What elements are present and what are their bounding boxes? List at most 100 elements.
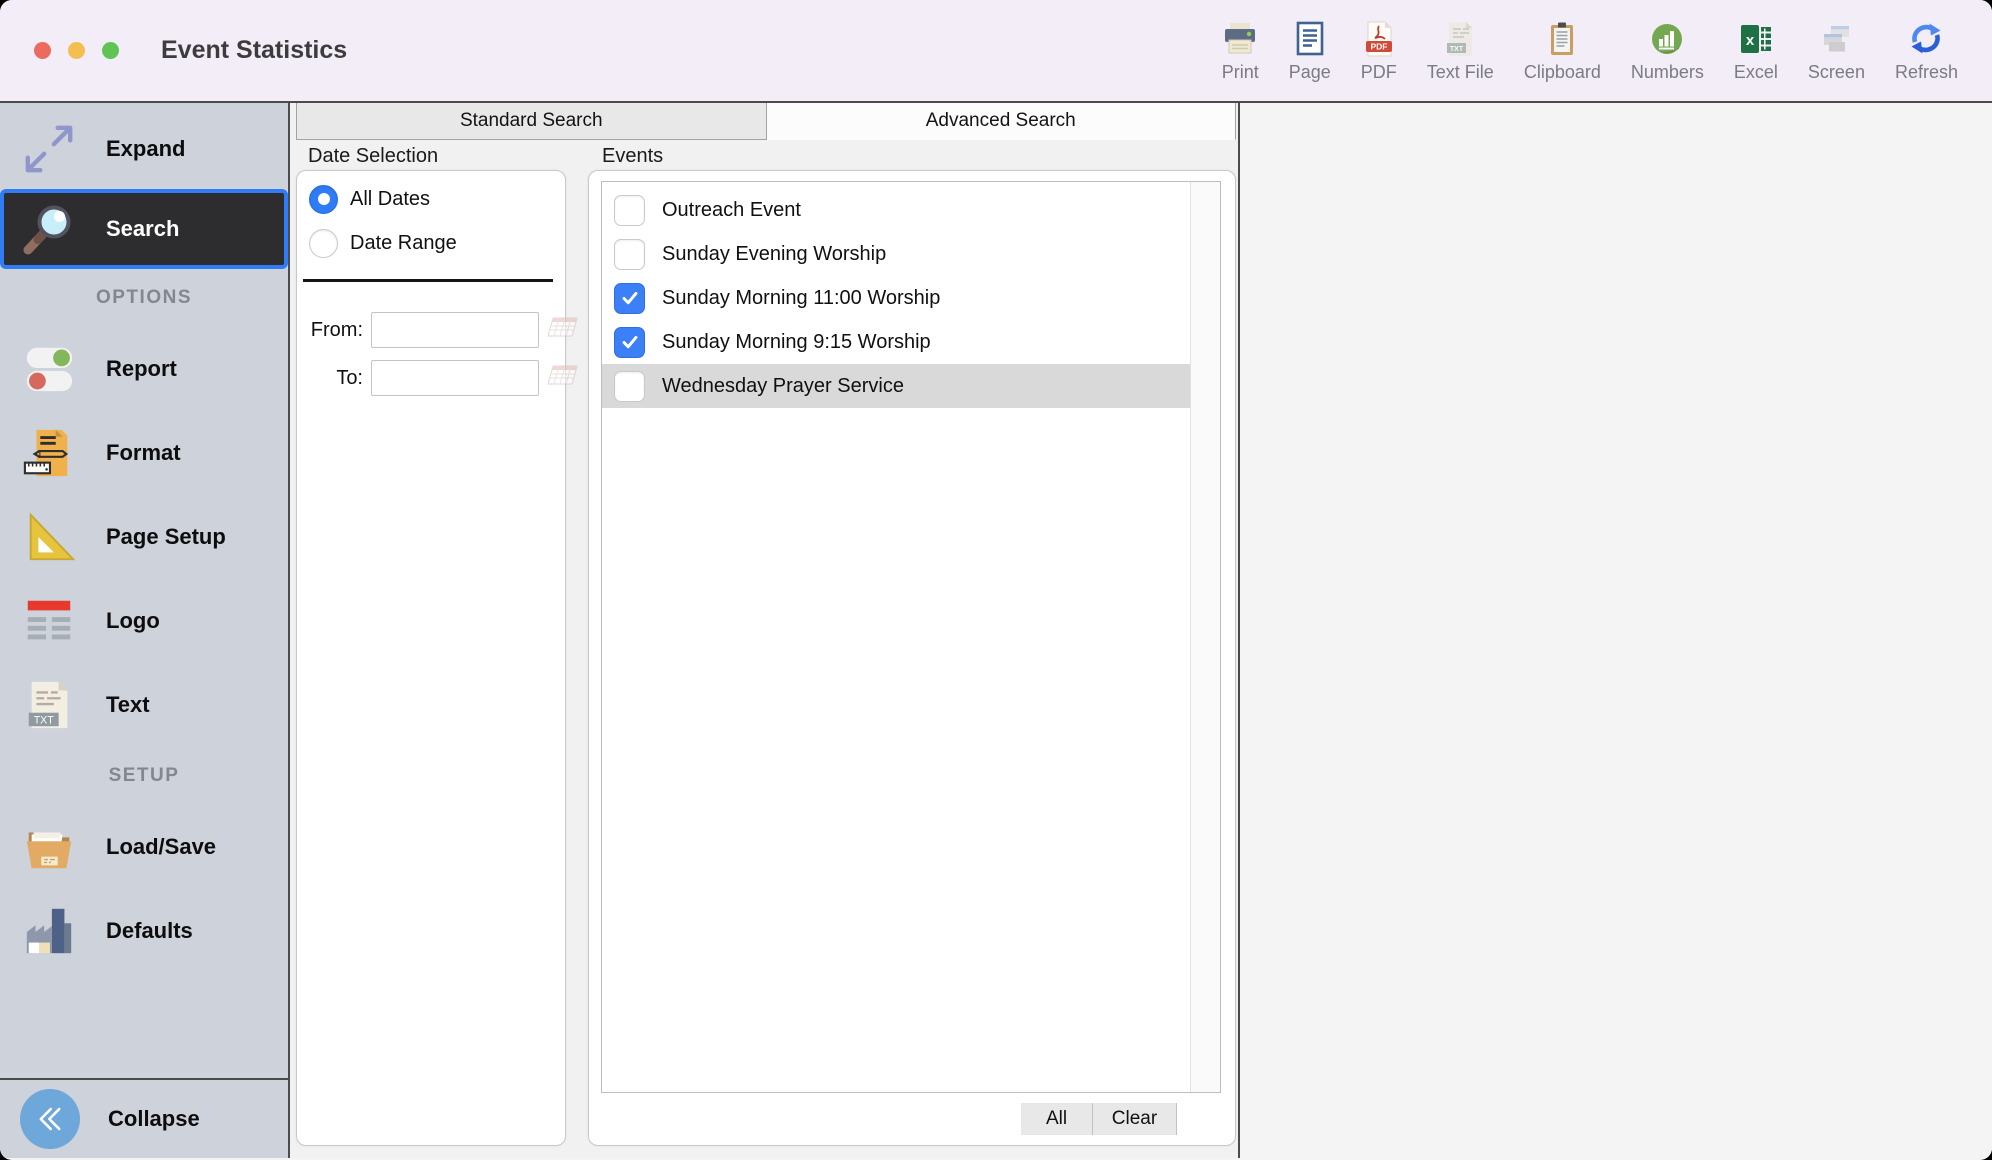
numbers-button[interactable]: Numbers: [1631, 19, 1704, 83]
excel-icon: x: [1738, 19, 1774, 57]
date-selection-label: Date Selection: [296, 142, 566, 168]
sidebar-spacer: [0, 973, 288, 1078]
toolbar-label: Refresh: [1895, 62, 1958, 83]
toolbar: Print Page PDF PDF TXT Text File: [1222, 19, 1958, 83]
sidebar-item-collapse[interactable]: Collapse: [0, 1080, 288, 1158]
txt-doc-icon: TXT: [20, 676, 78, 734]
window-title: Event Statistics: [161, 36, 347, 65]
sidebar-item-label: Page Setup: [106, 524, 226, 550]
radio-button[interactable]: [309, 185, 338, 214]
screen-button[interactable]: Screen: [1808, 19, 1865, 83]
events-label: Events: [588, 142, 1236, 168]
toggles-icon: [20, 340, 78, 398]
radio-all-dates[interactable]: All Dates: [301, 177, 557, 221]
checkbox[interactable]: [614, 195, 645, 226]
clipboard-button[interactable]: Clipboard: [1524, 19, 1601, 83]
pdf-button[interactable]: PDF PDF: [1361, 19, 1397, 83]
events-group: Events Outreach Event Sunday Evening: [588, 142, 1236, 1146]
set-square-icon: [20, 508, 78, 566]
sidebar-item-expand[interactable]: Expand: [0, 109, 288, 189]
minimize-window-button[interactable]: [68, 42, 85, 59]
sidebar-item-text[interactable]: TXT Text: [0, 663, 288, 747]
checkbox[interactable]: [614, 371, 645, 402]
close-window-button[interactable]: [34, 42, 51, 59]
events-scrollbar[interactable]: [1190, 182, 1220, 1092]
select-control: All Clear: [1021, 1103, 1177, 1135]
refresh-icon: [1907, 19, 1945, 57]
from-date-input[interactable]: [371, 312, 539, 348]
toolbar-label: Clipboard: [1524, 62, 1601, 83]
calendar-picker-icon[interactable]: [545, 314, 581, 347]
radio-date-range[interactable]: Date Range: [301, 221, 557, 265]
event-label: Sunday Evening Worship: [662, 243, 886, 266]
events-panel: Outreach Event Sunday Evening Worship Su…: [588, 170, 1236, 1146]
sidebar-item-search[interactable]: Search: [0, 189, 288, 269]
toolbar-label: Page: [1289, 62, 1331, 83]
expand-arrows-icon: [20, 120, 78, 178]
checkbox[interactable]: [614, 327, 645, 358]
sidebar-item-label: Search: [106, 216, 179, 242]
text-file-icon: TXT: [1443, 19, 1477, 57]
event-label: Outreach Event: [662, 199, 801, 222]
screen-icon: [1818, 19, 1854, 57]
toolbar-label: PDF: [1361, 62, 1397, 83]
svg-text:TXT: TXT: [34, 714, 55, 726]
sidebar-item-label: Format: [106, 440, 181, 466]
format-doc-icon: [20, 424, 78, 482]
text-file-button[interactable]: TXT Text File: [1427, 19, 1494, 83]
radio-button[interactable]: [309, 229, 338, 258]
sidebar-item-label: Collapse: [108, 1106, 200, 1132]
clear-selection-button[interactable]: Clear: [1093, 1103, 1177, 1135]
svg-text:PDF: PDF: [1370, 41, 1387, 51]
search-pane: Standard Search Advanced Search Date Sel…: [290, 103, 1240, 1158]
sidebar-item-label: Defaults: [106, 918, 193, 944]
to-field-row: To:: [301, 360, 557, 396]
sidebar-item-format[interactable]: Format: [0, 411, 288, 495]
event-row-wednesday-prayer-service[interactable]: Wednesday Prayer Service: [602, 364, 1190, 408]
toolbar-label: Excel: [1734, 62, 1778, 83]
sidebar-item-defaults[interactable]: Defaults: [0, 889, 288, 973]
sidebar-item-label: Text: [106, 692, 150, 718]
traffic-lights: [34, 42, 119, 59]
sidebar-item-report[interactable]: Report: [0, 327, 288, 411]
date-selection-group: Date Selection All Dates Date Range Fro: [296, 142, 566, 1146]
date-selection-panel: All Dates Date Range From:: [296, 170, 566, 1146]
to-label: To:: [301, 367, 363, 390]
events-footer: All Clear: [589, 1093, 1235, 1145]
toolbar-label: Print: [1222, 62, 1259, 83]
print-button[interactable]: Print: [1222, 19, 1259, 83]
sidebar-item-label: Load/Save: [106, 834, 216, 860]
event-row-outreach-event[interactable]: Outreach Event: [602, 188, 1190, 232]
sidebar-item-logo[interactable]: Logo: [0, 579, 288, 663]
title-bar: Event Statistics Print Page PDF PDF: [0, 0, 1992, 103]
collapse-chevrons-icon: [20, 1089, 80, 1149]
sidebar-section-options: OPTIONS: [0, 269, 288, 327]
results-pane: [1240, 103, 1992, 1158]
advanced-search-content: Date Selection All Dates Date Range Fro: [296, 140, 1236, 1158]
svg-text:TXT: TXT: [1450, 45, 1464, 52]
event-label: Wednesday Prayer Service: [662, 375, 904, 398]
excel-button[interactable]: x Excel: [1734, 19, 1778, 83]
date-panel-divider: [303, 279, 553, 282]
tab-advanced-search[interactable]: Advanced Search: [767, 103, 1237, 140]
event-row-sunday-morning-1100-worship[interactable]: Sunday Morning 11:00 Worship: [602, 276, 1190, 320]
checkbox[interactable]: [614, 283, 645, 314]
sidebar-item-load-save[interactable]: Load/Save: [0, 805, 288, 889]
clipboard-icon: [1545, 19, 1579, 57]
events-list: Outreach Event Sunday Evening Worship Su…: [601, 181, 1221, 1093]
checkbox[interactable]: [614, 239, 645, 270]
refresh-button[interactable]: Refresh: [1895, 19, 1958, 83]
calendar-picker-icon[interactable]: [545, 362, 581, 395]
sidebar-item-label: Logo: [106, 608, 160, 634]
page-button[interactable]: Page: [1289, 19, 1331, 83]
radio-label: Date Range: [350, 232, 457, 255]
zoom-window-button[interactable]: [102, 42, 119, 59]
event-row-sunday-evening-worship[interactable]: Sunday Evening Worship: [602, 232, 1190, 276]
event-row-sunday-morning-915-worship[interactable]: Sunday Morning 9:15 Worship: [602, 320, 1190, 364]
tab-standard-search[interactable]: Standard Search: [296, 103, 767, 140]
toolbar-label: Text File: [1427, 62, 1494, 83]
folder-icon: [20, 818, 78, 876]
sidebar-item-page-setup[interactable]: Page Setup: [0, 495, 288, 579]
select-all-button[interactable]: All: [1021, 1103, 1093, 1135]
to-date-input[interactable]: [371, 360, 539, 396]
